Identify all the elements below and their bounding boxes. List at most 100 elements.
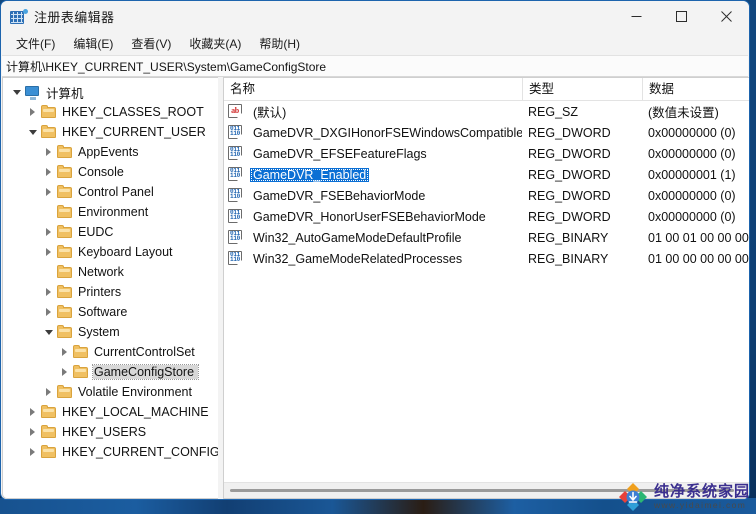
tree-item-label: Keyboard Layout — [78, 245, 173, 259]
registry-values-list: ab (默认) REG_SZ (数值未设置) 011 110 GameDVR_DXGIHo… — [224, 101, 749, 269]
value-name: GameDVR_DXGIHonorFSEWindowsCompatible — [253, 125, 522, 140]
tree-item-hkey-current-user[interactable]: HKEY_CURRENT_USER — [3, 122, 218, 142]
chevron-right-icon[interactable] — [41, 228, 56, 236]
string-value-icon: ab — [228, 104, 246, 119]
table-row[interactable]: 011 110 Win32_AutoGameModeDefaultProfile R… — [224, 227, 749, 248]
folder-icon — [56, 184, 74, 200]
table-row[interactable]: 011 110 Win32_GameModeRelatedProcesses REG… — [224, 248, 749, 269]
value-data: 01 00 00 00 00 00 — [648, 251, 749, 266]
tree-item-control-panel[interactable]: Control Panel — [3, 182, 218, 202]
table-row[interactable]: 011 110 GameDVR_EFSEFeatureFlags REG_DWORD… — [224, 143, 749, 164]
computer-icon-shape — [25, 86, 39, 100]
tree-item-hkey-local-machine[interactable]: HKEY_LOCAL_MACHINE — [3, 402, 218, 422]
chevron-right-glyph — [62, 348, 67, 356]
folder-icon — [56, 244, 74, 260]
menu-help[interactable]: 帮助(H) — [250, 33, 309, 55]
tree-item-label: Software — [78, 305, 128, 319]
tree-item-keyboard-layout[interactable]: Keyboard Layout — [3, 242, 218, 262]
column-data[interactable]: 数据 — [642, 78, 749, 100]
registry-editor-icon — [10, 8, 28, 25]
menu-view[interactable]: 查看(V) — [122, 33, 180, 55]
value-type: REG_DWORD — [528, 188, 611, 203]
address-bar[interactable]: 计算机\HKEY_CURRENT_USER\System\GameConfigS… — [2, 55, 748, 77]
tree-item-hkey-users[interactable]: HKEY_USERS — [3, 422, 218, 442]
chevron-right-glyph — [30, 448, 35, 456]
chevron-right-icon[interactable] — [25, 428, 40, 436]
minimize-button[interactable] — [614, 1, 659, 32]
tree-item-environment[interactable]: Environment — [3, 202, 218, 222]
chevron-right-icon[interactable] — [25, 408, 40, 416]
table-row[interactable]: 011 110 GameDVR_HonorUserFSEBehaviorMode R… — [224, 206, 749, 227]
tree-item-volatile-environment[interactable]: Volatile Environment — [3, 382, 218, 402]
value-type: REG_SZ — [528, 104, 579, 119]
tree-item-network[interactable]: Network — [3, 262, 218, 282]
registry-tree-pane[interactable]: 计算机 HKEY_CLASSES_ROOT HKEY_CURRENT_USER App… — [2, 77, 218, 499]
tree-item-hkey-current-config[interactable]: HKEY_CURRENT_CONFIG — [3, 442, 218, 462]
column-name[interactable]: 名称 — [224, 78, 522, 100]
chevron-right-icon[interactable] — [41, 168, 56, 176]
value-name: GameDVR_Enabled — [250, 167, 370, 182]
maximize-button[interactable] — [659, 1, 704, 32]
chevron-right-icon[interactable] — [41, 248, 56, 256]
folder-icon-shape — [57, 185, 72, 198]
folder-icon — [40, 104, 58, 120]
chevron-right-icon[interactable] — [41, 148, 56, 156]
menu-favorites[interactable]: 收藏夹(A) — [180, 33, 250, 55]
tree-item-label: HKEY_CURRENT_CONFIG — [62, 445, 218, 459]
chevron-down-icon[interactable] — [25, 129, 40, 135]
tree-item-label: HKEY_CURRENT_USER — [62, 125, 206, 139]
title-bar[interactable]: 注册表编辑器 — [1, 1, 749, 32]
folder-icon-shape — [57, 165, 72, 178]
chevron-right-icon[interactable] — [57, 348, 72, 356]
value-data: 01 00 01 00 00 00 — [648, 230, 749, 245]
chevron-right-icon[interactable] — [25, 108, 40, 116]
tree-item-software[interactable]: Software — [3, 302, 218, 322]
cell-name: ab (默认) — [224, 102, 522, 121]
tree-item-console[interactable]: Console — [3, 162, 218, 182]
menu-file[interactable]: 文件(F) — [7, 33, 64, 55]
chevron-right-glyph — [46, 168, 51, 176]
chevron-down-icon[interactable] — [9, 89, 24, 95]
column-type[interactable]: 类型 — [522, 78, 642, 100]
folder-icon-shape — [57, 245, 72, 258]
close-button[interactable] — [704, 1, 749, 32]
registry-values-pane[interactable]: 名称 类型 数据 ab (默认) REG_SZ (数值未设置) 011 110 GameDVR… — [223, 77, 749, 499]
table-row[interactable]: ab (默认) REG_SZ (数值未设置) — [224, 101, 749, 122]
table-row[interactable]: 011 110 GameDVR_DXGIHonorFSEWindowsCompat… — [224, 122, 749, 143]
tree-item-appevents[interactable]: AppEvents — [3, 142, 218, 162]
string-value-icon-glyph: ab — [231, 106, 239, 115]
chevron-down-glyph — [28, 129, 37, 135]
chevron-right-icon[interactable] — [41, 308, 56, 316]
tree-item-eudc[interactable]: EUDC — [3, 222, 218, 242]
table-row[interactable]: 011 110 GameDVR_FSEBehaviorMode REG_DWORD 0… — [224, 185, 749, 206]
folder-icon-shape — [41, 105, 56, 118]
value-data: 0x00000000 (0) — [648, 209, 736, 224]
tree-item-currentcontrolset[interactable]: CurrentControlSet — [3, 342, 218, 362]
tree-item-system[interactable]: System — [3, 322, 218, 342]
value-type: REG_DWORD — [528, 167, 611, 182]
binary-value-icon: 011 110 — [228, 251, 246, 266]
value-data: (数值未设置) — [648, 106, 719, 120]
menu-edit[interactable]: 编辑(E) — [64, 33, 122, 55]
chevron-right-glyph — [46, 188, 51, 196]
binary-value-icon: 011 110 — [228, 230, 246, 245]
table-row[interactable]: 011 110 GameDVR_Enabled REG_DWORD 0x0000000… — [224, 164, 749, 185]
chevron-right-icon[interactable] — [41, 288, 56, 296]
dword-value-icon: 011 110 — [228, 209, 246, 224]
chevron-right-icon[interactable] — [57, 368, 72, 376]
address-path: 计算机\HKEY_CURRENT_USER\System\GameConfigS… — [6, 59, 327, 74]
binary-value-icon-glyph: 011 110 — [230, 252, 240, 263]
tree-item-gameconfigstore[interactable]: GameConfigStore — [3, 362, 218, 382]
dword-value-icon-glyph: 011 110 — [230, 147, 240, 158]
tree-item-hkey-classes-root[interactable]: HKEY_CLASSES_ROOT — [3, 102, 218, 122]
chevron-right-icon[interactable] — [25, 448, 40, 456]
value-type: REG_BINARY — [528, 251, 609, 266]
tree-item-[interactable]: 计算机 — [3, 82, 218, 102]
chevron-right-icon[interactable] — [41, 188, 56, 196]
chevron-right-glyph — [62, 368, 67, 376]
chevron-down-icon[interactable] — [41, 329, 56, 335]
tree-item-printers[interactable]: Printers — [3, 282, 218, 302]
registry-editor-window: 注册表编辑器 文件(F) 编辑(E) 查看(V) 收藏夹(A) 帮助(H) 计算… — [0, 0, 750, 500]
chevron-right-icon[interactable] — [41, 388, 56, 396]
folder-icon — [40, 124, 58, 140]
